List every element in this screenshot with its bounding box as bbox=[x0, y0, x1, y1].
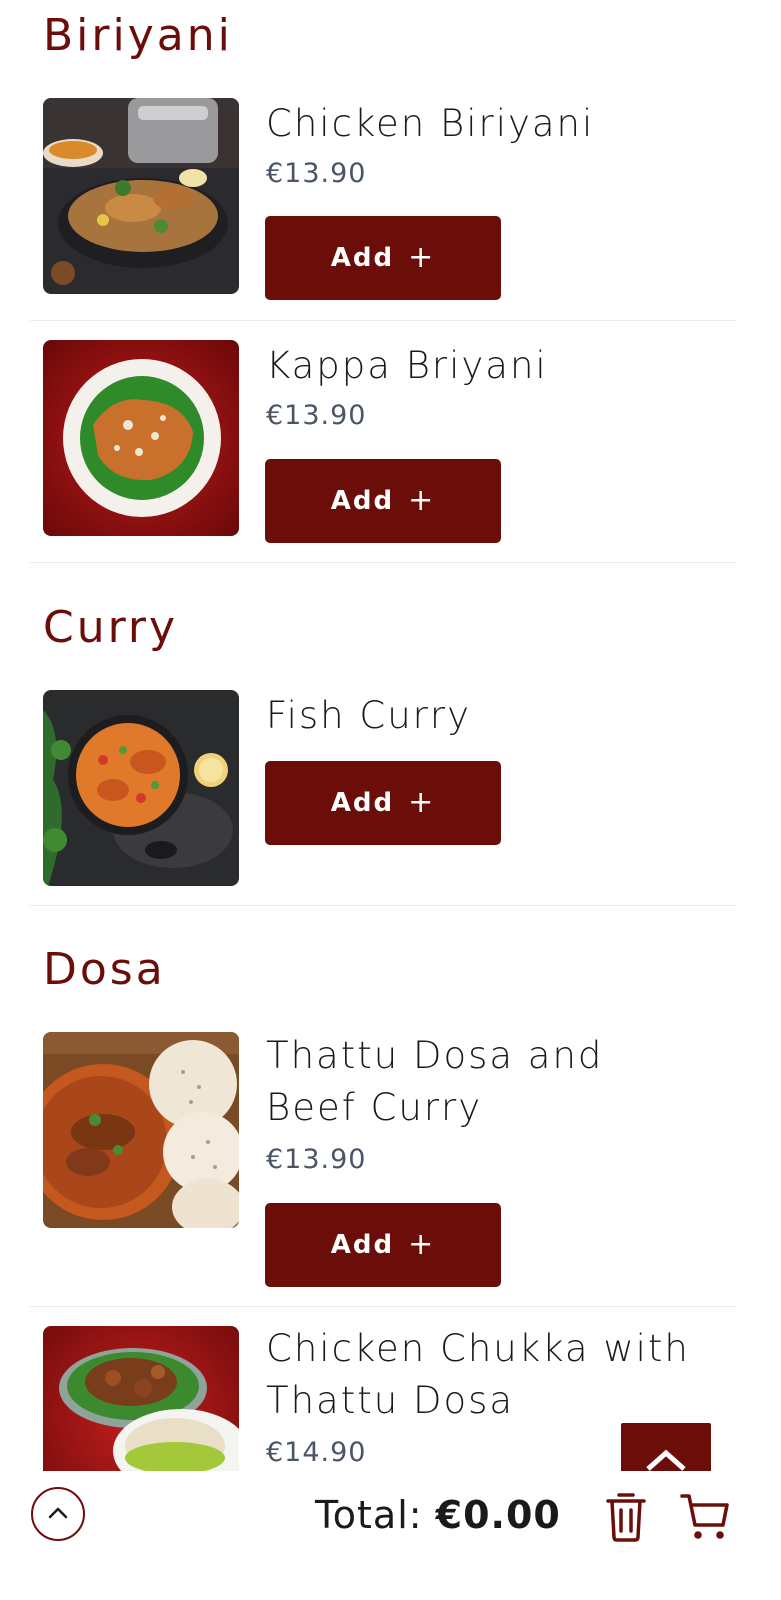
category-title-dosa: Dosa bbox=[43, 944, 166, 995]
menu-item-fish-curry: Fish Curry Add + bbox=[30, 690, 736, 905]
item-price: €14.90 bbox=[266, 1437, 367, 1468]
divider bbox=[30, 905, 736, 906]
divider bbox=[30, 320, 736, 321]
add-to-cart-button[interactable]: Add + bbox=[265, 459, 501, 543]
item-price: €13.90 bbox=[266, 400, 367, 431]
add-button-label: Add bbox=[330, 243, 395, 273]
item-name: Kappa Briyani bbox=[266, 344, 548, 387]
clear-cart-button[interactable] bbox=[603, 1491, 649, 1543]
item-price: €13.90 bbox=[266, 158, 367, 189]
item-name-line: Beef Curry bbox=[266, 1086, 483, 1129]
plus-icon: + bbox=[408, 785, 436, 820]
plus-icon: + bbox=[408, 483, 436, 518]
menu-item-chicken-biriyani: Chicken Biriyani €13.90 Add + bbox=[30, 98, 736, 320]
item-name: Thattu Dosa and Beef Curry bbox=[266, 1030, 726, 1134]
cart-total: Total: €0.00 bbox=[315, 1493, 561, 1537]
menu-list[interactable]: Biriyani Chicken Biriyani €13.90 Add + K… bbox=[0, 0, 781, 1496]
scroll-up-button[interactable] bbox=[31, 1487, 85, 1541]
cart-footer-bar: Total: €0.00 bbox=[0, 1471, 781, 1600]
thattu-dosa-beef-image bbox=[43, 1032, 239, 1228]
item-name: Chicken Biriyani bbox=[266, 102, 595, 145]
divider bbox=[30, 1306, 736, 1307]
item-price: €13.90 bbox=[266, 1144, 367, 1175]
scroll-up-icon bbox=[47, 1505, 69, 1524]
category-title-curry: Curry bbox=[43, 602, 179, 653]
total-value: €0.00 bbox=[435, 1493, 561, 1537]
item-name-line: Thattu Dosa bbox=[266, 1379, 515, 1422]
item-name: Fish Curry bbox=[266, 694, 471, 737]
fish-curry-image bbox=[43, 690, 239, 886]
item-name-line: Chicken Chukka with bbox=[266, 1327, 690, 1370]
divider bbox=[30, 562, 736, 563]
trash-icon bbox=[603, 1493, 649, 1547]
cart-button[interactable] bbox=[679, 1491, 731, 1543]
add-to-cart-button[interactable]: Add + bbox=[265, 1203, 501, 1287]
chicken-biriyani-image bbox=[43, 98, 239, 294]
menu-item-thattu-dosa-beef-curry: Thattu Dosa and Beef Curry €13.90 Add + bbox=[30, 1032, 736, 1306]
add-to-cart-button[interactable]: Add + bbox=[265, 761, 501, 845]
category-title-biriyani: Biriyani bbox=[43, 10, 233, 61]
plus-icon: + bbox=[408, 240, 436, 275]
menu-page: Biriyani Chicken Biriyani €13.90 Add + K… bbox=[0, 0, 781, 1600]
add-to-cart-button[interactable]: Add + bbox=[265, 216, 501, 300]
item-name: Chicken Chukka with Thattu Dosa bbox=[266, 1323, 726, 1427]
plus-icon: + bbox=[408, 1227, 436, 1262]
total-label: Total: bbox=[315, 1493, 423, 1537]
add-button-label: Add bbox=[330, 486, 395, 516]
kappa-biriyani-image bbox=[43, 340, 239, 536]
cart-icon bbox=[679, 1494, 731, 1547]
add-button-label: Add bbox=[330, 788, 395, 818]
add-button-label: Add bbox=[330, 1230, 395, 1260]
item-name-line: Thattu Dosa and bbox=[266, 1034, 604, 1077]
menu-item-kappa-briyani: Kappa Briyani €13.90 Add + bbox=[30, 340, 736, 562]
